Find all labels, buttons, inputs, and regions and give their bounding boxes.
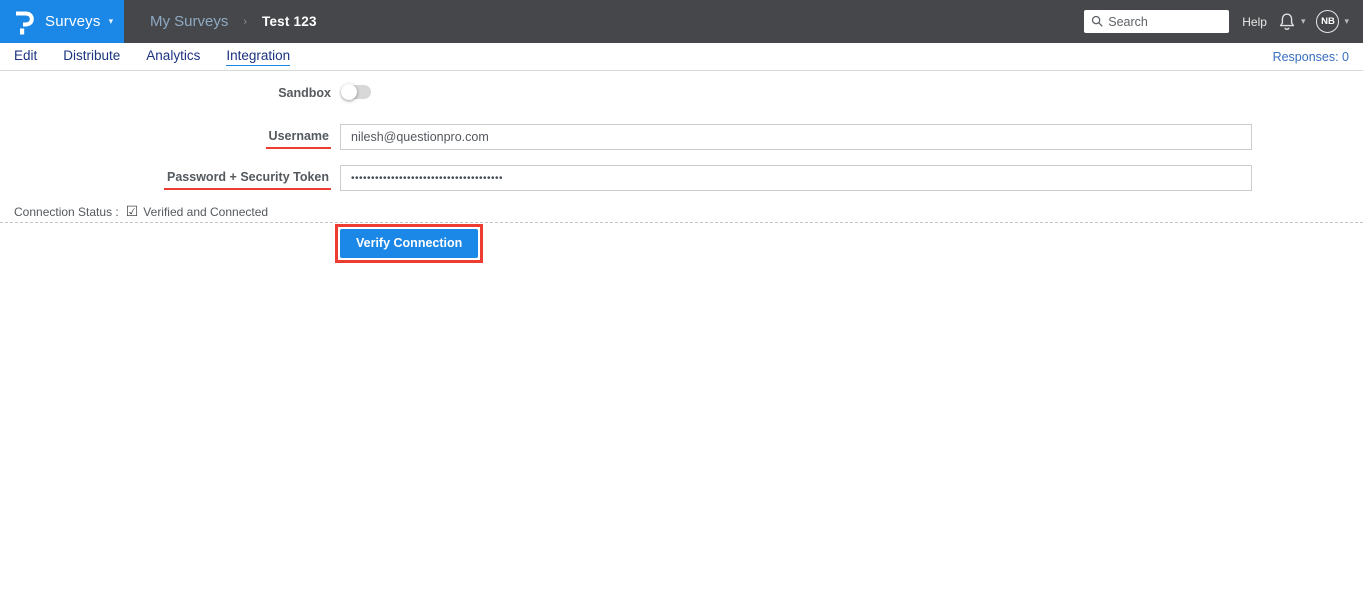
- responses-count[interactable]: Responses: 0: [1273, 50, 1349, 64]
- notifications-bell-icon[interactable]: [1278, 12, 1296, 32]
- survey-tabbar: Edit Distribute Analytics Integration Re…: [0, 43, 1363, 71]
- search-box[interactable]: [1084, 10, 1230, 33]
- product-switcher[interactable]: Surveys ▾: [0, 0, 124, 43]
- annotation-highlight-box: Verify Connection: [335, 224, 484, 263]
- breadcrumb: My Surveys › Test 123: [150, 13, 317, 30]
- tab-analytics[interactable]: Analytics: [146, 48, 200, 65]
- help-link[interactable]: Help: [1242, 15, 1267, 29]
- divider: [0, 222, 1363, 223]
- product-label: Surveys: [45, 13, 101, 30]
- chevron-down-icon[interactable]: ▾: [1344, 16, 1349, 27]
- search-input[interactable]: [1108, 14, 1223, 29]
- connection-status-label: Connection Status :: [14, 204, 119, 219]
- tab-distribute[interactable]: Distribute: [63, 48, 120, 65]
- header-actions: Help ▾ NB ▾: [1084, 10, 1363, 33]
- avatar[interactable]: NB: [1316, 10, 1340, 33]
- sandbox-label: Sandbox: [278, 86, 331, 100]
- sandbox-toggle[interactable]: [341, 84, 371, 100]
- breadcrumb-separator-icon: ›: [243, 15, 248, 28]
- tab-integration[interactable]: Integration: [226, 48, 291, 66]
- username-input[interactable]: [340, 124, 1252, 150]
- tab-edit[interactable]: Edit: [14, 48, 37, 65]
- breadcrumb-my-surveys[interactable]: My Surveys: [150, 13, 228, 30]
- top-header: Surveys ▾ My Surveys › Test 123 Help ▾ N…: [0, 0, 1363, 43]
- verify-connection-button[interactable]: Verify Connection: [340, 229, 479, 258]
- connection-status-value: Verified and Connected: [143, 204, 269, 219]
- breadcrumb-current-survey: Test 123: [262, 14, 317, 29]
- password-input[interactable]: [340, 165, 1252, 191]
- search-icon: [1092, 15, 1104, 27]
- questionpro-logo-icon: [13, 7, 34, 36]
- integration-panel: Sandbox Username Password + Security Tok…: [0, 71, 1363, 598]
- password-security-token-label: Password + Security Token: [164, 170, 331, 190]
- checked-checkbox-icon: ☑: [125, 203, 139, 219]
- chevron-down-icon: ▾: [108, 16, 114, 26]
- connection-status: Connection Status : ☑ Verified and Conne…: [14, 203, 268, 220]
- toggle-knob: [341, 84, 357, 100]
- chevron-down-icon[interactable]: ▾: [1301, 16, 1306, 27]
- username-label: Username: [265, 129, 331, 149]
